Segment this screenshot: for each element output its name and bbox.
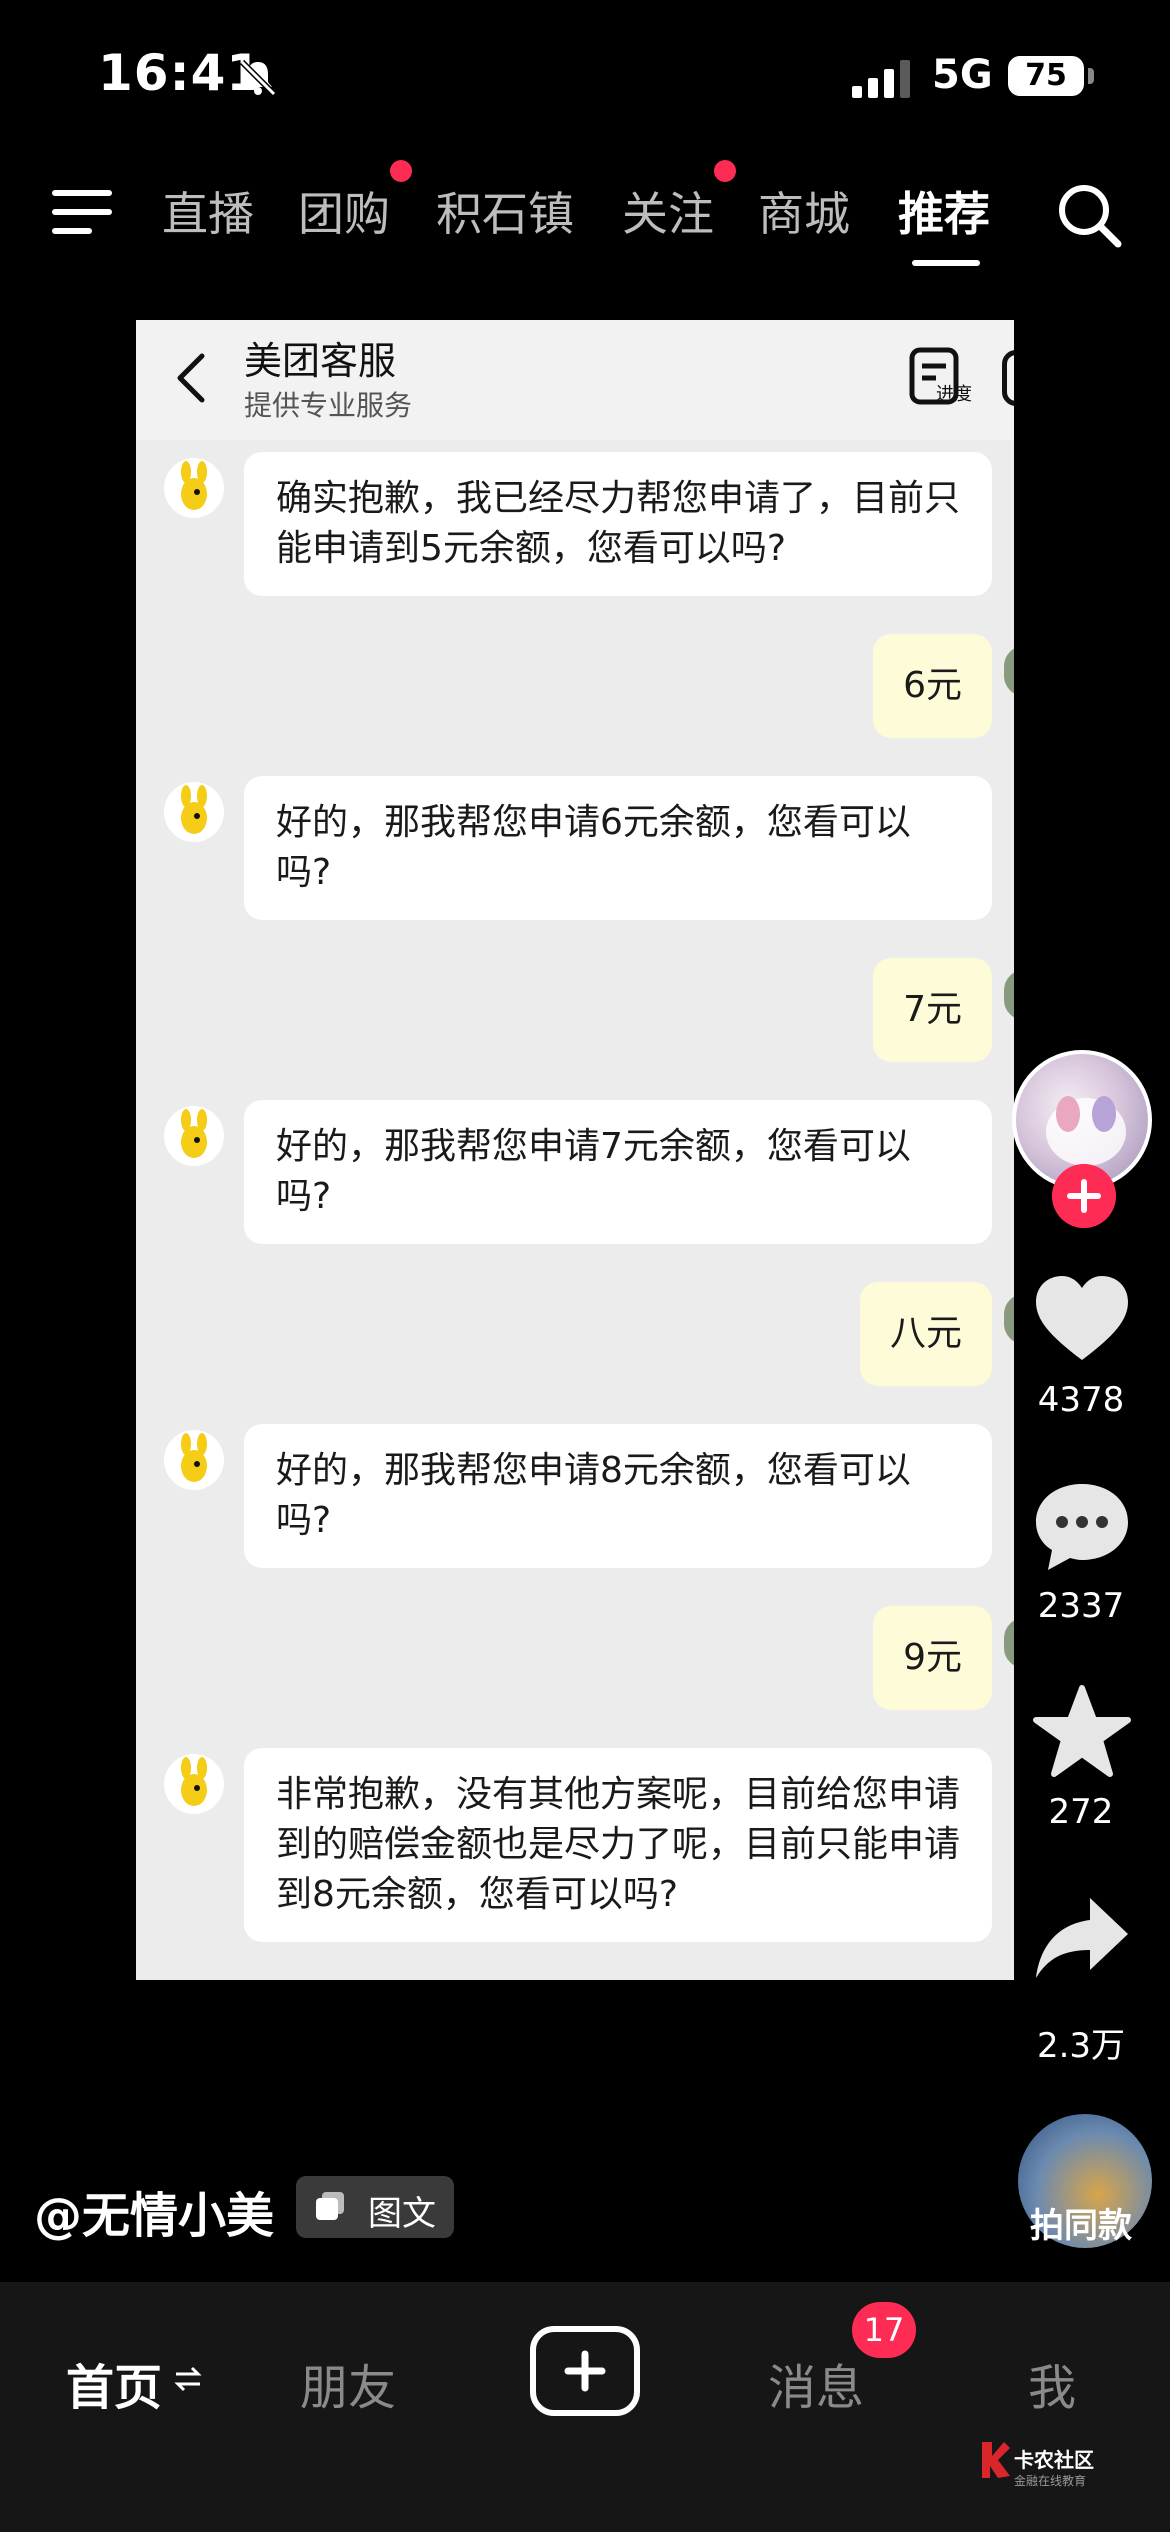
user-message: 7元	[873, 958, 992, 1062]
chat-header: 美团客服 提供专业服务 进度	[136, 320, 1014, 440]
plus-icon	[564, 2350, 606, 2392]
comment-count: 2337	[1037, 1586, 1125, 1626]
user-avatar	[1004, 646, 1014, 696]
agent-avatar	[164, 1430, 224, 1490]
tab-town[interactable]: 积石镇	[436, 178, 574, 244]
user-avatar	[1004, 970, 1014, 1020]
tab-group-buy[interactable]: 团购	[298, 178, 390, 244]
comment-icon[interactable]	[1030, 1476, 1134, 1576]
agent-avatar	[164, 458, 224, 518]
agent-message: 非常抱歉，没有其他方案呢，目前给您申请到的赔偿金额也是尽力了呢，目前只能申请到8…	[244, 1748, 992, 1942]
bell-muted-icon	[239, 59, 277, 97]
favorite-count: 272	[1048, 1792, 1114, 1832]
back-arrow-icon	[177, 353, 205, 403]
same-style-label[interactable]: 拍同款	[1006, 2198, 1156, 2247]
active-tab-indicator	[912, 260, 980, 266]
menu-icon[interactable]	[52, 184, 116, 240]
chat-title: 美团客服	[244, 339, 397, 383]
tab-recommend[interactable]: 推荐	[898, 178, 990, 244]
nav-home[interactable]: 首页	[66, 2348, 162, 2418]
top-nav: 直播 团购 积石镇 关注 商城 推荐	[0, 160, 1170, 280]
chat-subtitle: 提供专业服务	[244, 389, 413, 422]
swap-arrows-icon	[174, 2366, 202, 2392]
agent-avatar	[164, 1754, 224, 1814]
tab-live[interactable]: 直播	[162, 178, 254, 244]
follow-plus-icon[interactable]	[1052, 1164, 1116, 1228]
nav-messages[interactable]: 消息	[768, 2348, 864, 2418]
tab-mall[interactable]: 商城	[758, 178, 850, 244]
like-count: 4378	[1037, 1380, 1125, 1420]
progress-label: 进度	[936, 384, 972, 405]
share-icon[interactable]	[1030, 1888, 1134, 1988]
post-type-label: 图文	[368, 2194, 436, 2234]
user-avatar	[1004, 1294, 1014, 1344]
tab-following[interactable]: 关注	[622, 178, 714, 244]
battery-level: 75	[1008, 56, 1084, 96]
agent-avatar	[164, 1106, 224, 1166]
agent-message: 确实抱歉，我已经尽力帮您申请了，目前只能申请到5元余额，您看可以吗?	[244, 452, 992, 596]
notification-dot	[714, 160, 736, 182]
post-type-tag: 图文	[296, 2176, 454, 2238]
search-icon[interactable]	[1054, 180, 1124, 250]
author-name[interactable]: @无情小美	[34, 2176, 274, 2246]
nav-friends[interactable]: 朋友	[300, 2348, 396, 2418]
notification-dot	[390, 160, 412, 182]
user-message: 八元	[859, 1282, 992, 1386]
network-type: 5G	[932, 52, 993, 98]
chat-more-icon	[1002, 350, 1014, 406]
watermark-line2: 金融在线教育	[1014, 2474, 1087, 2488]
star-icon[interactable]	[1030, 1682, 1134, 1782]
agent-avatar	[164, 782, 224, 842]
create-button[interactable]	[530, 2326, 640, 2416]
watermark-logo-icon	[982, 2442, 1010, 2478]
user-message: 6元	[873, 634, 992, 738]
agent-message: 好的，那我帮您申请7元余额，您看可以吗?	[244, 1100, 992, 1244]
agent-message: 好的，那我帮您申请8元余额，您看可以吗?	[244, 1424, 992, 1568]
share-count: 2.3万	[1036, 2026, 1126, 2066]
image-text-icon	[316, 2192, 344, 2220]
status-bar: 16:41 5G 75	[0, 0, 1170, 150]
heart-icon[interactable]	[1030, 1270, 1134, 1370]
nav-me[interactable]: 我	[1028, 2348, 1076, 2418]
cellular-signal-icon	[852, 60, 910, 98]
agent-message: 好的，那我帮您申请6元余额，您看可以吗?	[244, 776, 992, 920]
watermark-line1: 卡农社区	[1014, 2448, 1094, 2472]
user-message: 9元	[873, 1606, 992, 1710]
bottom-nav: 首页 朋友 消息 17 我	[0, 2282, 1170, 2532]
battery-icon	[1088, 68, 1094, 84]
messages-badge: 17	[852, 2302, 916, 2358]
post-image-chat-screenshot[interactable]: 美团客服 提供专业服务 进度 确实抱歉，我已经尽力帮您申请了，目前只能申请到5元…	[136, 320, 1014, 1980]
